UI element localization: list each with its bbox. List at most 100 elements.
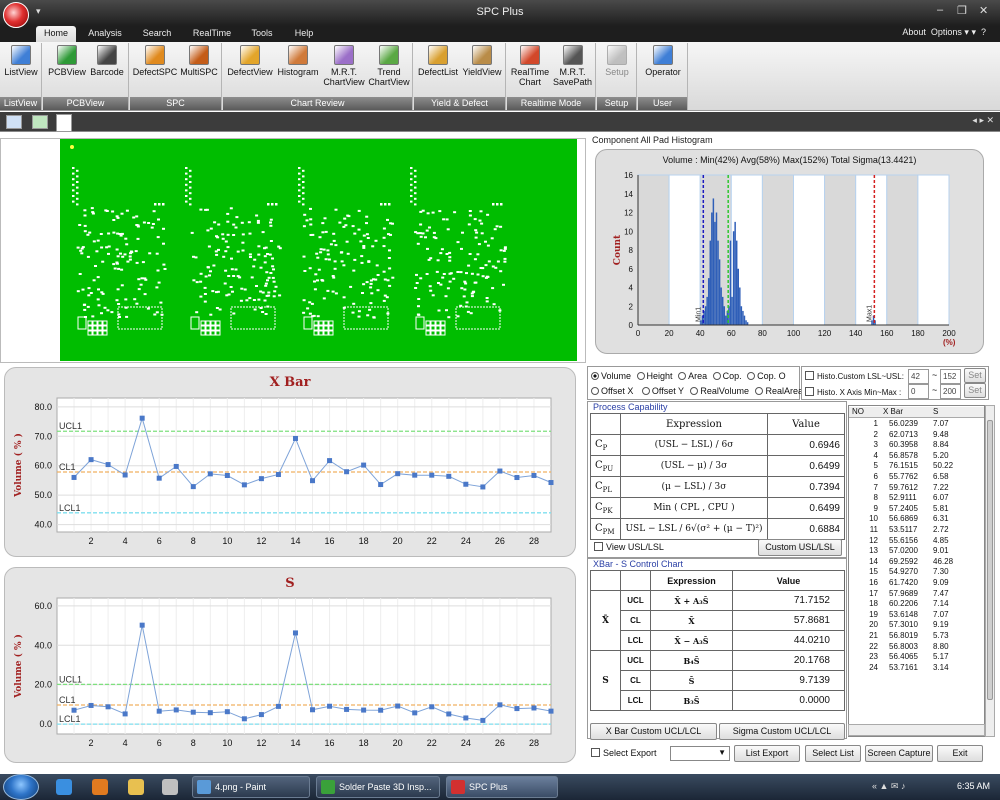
histogram-button[interactable]: Histogram xyxy=(275,45,321,77)
tab-home[interactable]: Home xyxy=(36,26,76,42)
table-row[interactable]: 22 56.8003 8.80 xyxy=(849,642,984,653)
tab-tools[interactable]: Tools xyxy=(244,26,280,42)
table-row[interactable]: 13 57.0200 9.01 xyxy=(849,546,984,557)
table-row[interactable]: 4 56.8578 5.20 xyxy=(849,451,984,462)
doc-tab-list[interactable] xyxy=(6,115,22,129)
xmax-input[interactable]: 200 xyxy=(940,384,961,399)
app-logo-icon[interactable] xyxy=(3,2,29,28)
radio-offset-y[interactable]: Offset Y xyxy=(641,386,684,396)
task-spc-plus[interactable]: SPC Plus xyxy=(446,776,558,798)
pcb-board[interactable] xyxy=(60,139,577,361)
sigma-custom-ucl-lcl-button[interactable]: Sigma Custom UCL/LCL xyxy=(719,723,845,740)
select-list-button[interactable]: Select List xyxy=(805,745,861,762)
histo-axis-set-button[interactable]: Set xyxy=(964,383,986,398)
operator-button[interactable]: Operator xyxy=(641,45,685,77)
grid-hscrollbar[interactable] xyxy=(848,724,985,736)
app-icon[interactable] xyxy=(162,779,178,795)
process-capability-table: Expression Value CP (USL − LSL) / 6σ 0.694… xyxy=(590,413,845,540)
table-row[interactable]: 23 56.4065 5.17 xyxy=(849,652,984,663)
task-solder-paste[interactable]: Solder Paste 3D Insp... xyxy=(316,776,440,798)
list-export-button[interactable]: List Export xyxy=(734,745,800,762)
radio-volume[interactable]: Volume xyxy=(591,371,631,381)
lsl-input[interactable]: 42 xyxy=(908,369,929,384)
radio-cop-o[interactable]: Cop. O xyxy=(747,371,786,381)
realtime-chart-button[interactable]: RealTime Chart xyxy=(509,45,551,87)
exit-button[interactable]: Exit xyxy=(937,745,983,762)
table-row[interactable]: 18 60.2206 7.14 xyxy=(849,599,984,610)
table-row[interactable]: 9 57.2405 5.81 xyxy=(849,504,984,515)
multispc-button[interactable]: MultiSPC xyxy=(178,45,220,77)
folder-icon[interactable] xyxy=(128,779,144,795)
setup-button[interactable]: Setup xyxy=(599,45,635,77)
defectlist-button[interactable]: DefectList xyxy=(416,45,460,77)
histo-lsl-set-button[interactable]: Set xyxy=(964,368,986,383)
table-row[interactable]: 5 76.1515 50.22 xyxy=(849,461,984,472)
barcode-button[interactable]: Barcode xyxy=(87,45,127,77)
view-usl-lsl[interactable]: View USL/LSL xyxy=(594,542,664,552)
doc-tab-pcb[interactable] xyxy=(32,115,48,129)
table-row[interactable]: 2 62.0713 9.48 xyxy=(849,430,984,441)
mrt-savepath-button[interactable]: M.R.T. SavePath xyxy=(551,45,594,87)
table-row[interactable]: 6 55.7762 6.58 xyxy=(849,472,984,483)
options-menu[interactable]: Options xyxy=(931,27,962,37)
tab-help[interactable]: Help xyxy=(288,26,320,42)
histo-axis-checkbox[interactable] xyxy=(805,387,814,396)
operator-label: Operator xyxy=(645,67,681,77)
table-row[interactable]: 11 53.5117 2.72 xyxy=(849,525,984,536)
about-link[interactable]: About xyxy=(902,27,926,37)
maximize-button[interactable]: ❐ xyxy=(957,4,967,17)
usl-input[interactable]: 152 xyxy=(940,369,961,384)
tab-search[interactable]: Search xyxy=(136,26,178,42)
table-row[interactable]: 10 56.6869 6.31 xyxy=(849,514,984,525)
table-row[interactable]: 15 54.9270 7.30 xyxy=(849,567,984,578)
export-format-select[interactable]: ▼ xyxy=(670,746,730,761)
start-button[interactable] xyxy=(3,774,39,800)
histo-custom-checkbox[interactable] xyxy=(805,371,814,380)
radio-area[interactable]: Area xyxy=(678,371,707,381)
radio-realarea[interactable]: RealArea xyxy=(755,386,803,396)
yieldview-button[interactable]: YieldView xyxy=(460,45,504,77)
help-icon[interactable]: ? xyxy=(981,27,986,37)
table-row[interactable]: 20 57.3010 9.19 xyxy=(849,620,984,631)
table-row[interactable]: 12 55.6156 4.85 xyxy=(849,536,984,547)
xmin-input[interactable]: 0 xyxy=(908,384,929,399)
data-grid[interactable]: NO X Bar S 1 56.0239 7.07 2 62.0713 9.48 3 60.3… xyxy=(848,405,985,737)
grid-scrollbar[interactable] xyxy=(985,405,995,737)
media-player-icon[interactable] xyxy=(92,779,108,795)
table-row[interactable]: 14 69.2592 46.28 xyxy=(849,557,984,568)
doc-tab-spc[interactable] xyxy=(56,114,72,132)
table-row[interactable]: 21 56.8019 5.73 xyxy=(849,631,984,642)
select-export[interactable]: Select Export xyxy=(591,748,657,758)
defectspc-button[interactable]: DefectSPC xyxy=(132,45,178,77)
table-row[interactable]: 3 60.3958 8.84 xyxy=(849,440,984,451)
xbar-custom-ucl-lcl-button[interactable]: X Bar Custom UCL/LCL xyxy=(590,723,717,740)
radio-offset-x[interactable]: Offset X xyxy=(591,386,633,396)
table-row[interactable]: 1 56.0239 7.07 xyxy=(849,419,984,430)
grid-scroll-thumb[interactable] xyxy=(987,420,993,700)
table-row[interactable]: 16 61.7420 9.09 xyxy=(849,578,984,589)
task-paint[interactable]: 4.png - Paint xyxy=(192,776,310,798)
table-row[interactable]: 7 59.7612 7.22 xyxy=(849,483,984,494)
mrt-chartview-button[interactable]: M.R.T. ChartView xyxy=(321,45,367,87)
radio-realvolume[interactable]: RealVolume xyxy=(690,386,749,396)
defectview-button[interactable]: DefectView xyxy=(225,45,275,77)
doc-nav-icons[interactable]: ◂ ▸ ✕ xyxy=(972,115,994,126)
custom-usl-lsl-button[interactable]: Custom USL/LSL xyxy=(758,539,842,556)
tab-analysis[interactable]: Analysis xyxy=(82,26,128,42)
table-row[interactable]: 8 52.9111 6.07 xyxy=(849,493,984,504)
listview-button[interactable]: ListView xyxy=(2,45,40,77)
table-row[interactable]: 19 53.6148 7.07 xyxy=(849,610,984,621)
ie-icon[interactable] xyxy=(56,779,72,795)
table-row[interactable]: 24 53.7161 3.14 xyxy=(849,663,984,674)
tab-realtime[interactable]: RealTime xyxy=(186,26,238,42)
system-tray-icons[interactable]: « ▲ ✉ ♪ xyxy=(872,781,905,792)
table-row[interactable]: 17 57.9689 7.47 xyxy=(849,589,984,600)
pcbview-button[interactable]: PCBView xyxy=(47,45,87,77)
options-arrow-icon[interactable]: ▾ ▾ xyxy=(964,27,976,37)
radio-height[interactable]: Height xyxy=(636,371,673,381)
radio-cop[interactable]: Cop. xyxy=(712,371,742,381)
trend-chartview-button[interactable]: Trend ChartView xyxy=(367,45,411,87)
close-button[interactable]: ✕ xyxy=(979,4,988,17)
minimize-button[interactable]: ‒ xyxy=(937,4,943,16)
screen-capture-button[interactable]: Screen Capture xyxy=(865,745,933,762)
